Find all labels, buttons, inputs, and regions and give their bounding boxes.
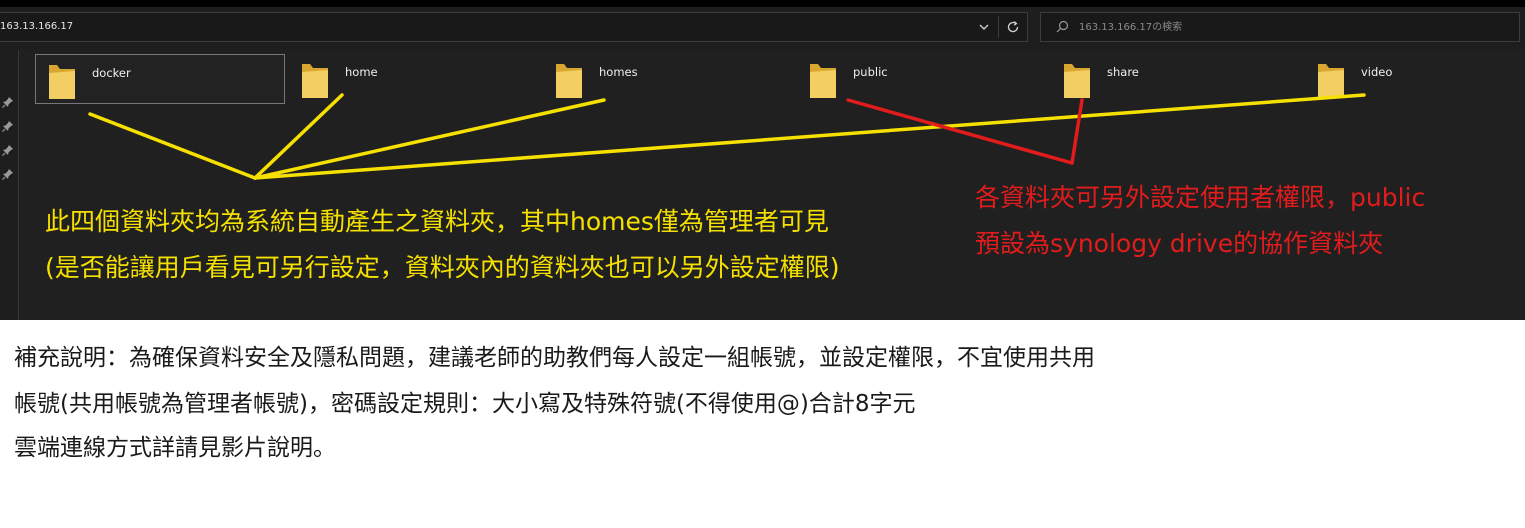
search-input[interactable] [1079,19,1499,35]
search-box[interactable] [1040,12,1520,42]
pin-icon[interactable] [1,143,15,157]
file-explorer-window: 163.13.166.17 163.13.166.17の検索 docker ho… [0,0,1525,320]
folder-item-public[interactable]: public [797,54,1047,104]
folder-icon [302,64,328,98]
red-annotation-line-2: 預設為synology drive的協作資料夾 [975,229,1384,258]
folder-icon [1318,64,1344,98]
folder-item-docker[interactable]: docker [35,54,285,104]
address-bar[interactable]: 163.13.166.17 [0,12,1028,42]
refresh-icon[interactable] [1005,19,1021,35]
folder-icon [810,64,836,98]
search-icon [1056,20,1069,33]
folder-icon [1064,64,1090,98]
title-strip [0,0,1525,7]
pin-icon[interactable] [1,95,15,109]
pin-icon[interactable] [1,119,15,133]
folder-label: homes [599,65,638,79]
folder-label: video [1361,65,1393,79]
folder-label: home [345,65,378,79]
address-text[interactable]: 163.13.166.17 [0,21,73,32]
folder-item-share[interactable]: share [1051,54,1301,104]
folder-item-homes[interactable]: homes [543,54,793,104]
folder-label: docker [92,66,131,80]
supplement-line-2: 帳號(共用帳號為管理者帳號)，密碼設定規則：大小寫及特殊符號(不得使用@)合計8… [14,391,916,417]
folder-item-video[interactable]: video [1305,54,1525,104]
supplement-line-1: 補充說明：為確保資料安全及隱私問題，建議老師的助教們每人設定一組帳號，並設定權限… [14,345,1095,371]
folder-icon [49,65,75,99]
folder-icon [556,64,582,98]
navigation-pane [0,50,19,320]
folder-label: public [853,65,888,79]
yellow-annotation-line-2: (是否能讓用戶看見可另行設定，資料夾內的資料夾也可以另外設定權限) [45,253,840,282]
pin-icon[interactable] [1,167,15,181]
yellow-annotation-line-1: 此四個資料夾均為系統自動產生之資料夾，其中homes僅為管理者可見 [45,207,829,236]
red-annotation-line-1: 各資料夾可另外設定使用者權限，public [975,183,1426,212]
supplement-line-3: 雲端連線方式詳請見影片說明。 [14,435,336,461]
folder-item-home[interactable]: home [289,54,539,104]
chevron-down-icon[interactable] [976,19,992,35]
address-separator [998,16,999,38]
folder-label: share [1107,65,1139,79]
